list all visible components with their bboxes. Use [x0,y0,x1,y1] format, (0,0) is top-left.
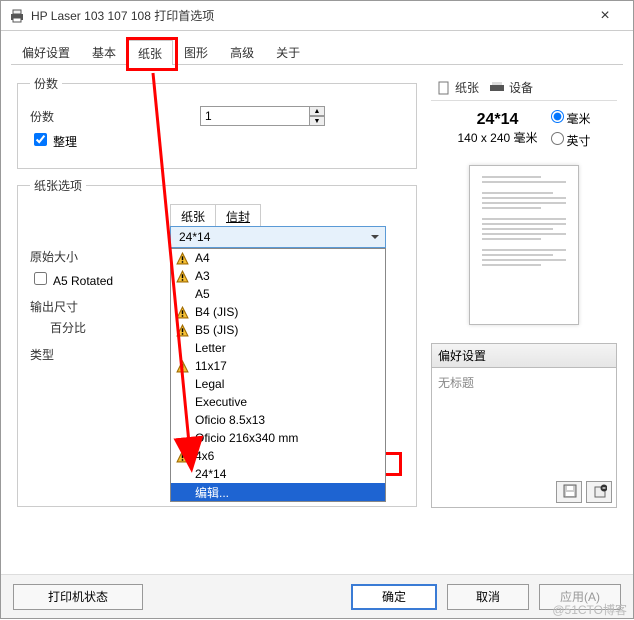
copies-group: 份数 份数 ▲▼ 整理 [17,75,417,169]
paper-option[interactable]: A4 [171,249,385,267]
preferences-box: 无标题 [431,368,617,508]
tab-about[interactable]: 关于 [265,39,311,64]
paper-size-dropdown[interactable]: 24*14 A4 A3 A5 B4 (JIS) B5 (JIS) Letter … [170,226,386,248]
cancel-button[interactable]: 取消 [447,584,529,610]
pref-save-button[interactable] [556,481,582,503]
paper-size-selected: 24*14 [170,226,386,248]
percent-label: 百分比 [50,319,86,336]
main-tabs: 偏好设置 基本 纸张 图形 高级 关于 [11,39,623,65]
preferences-header: 偏好设置 [431,343,617,368]
copies-input[interactable] [200,106,310,126]
pref-delete-button[interactable] [586,481,612,503]
tab-graphics[interactable]: 图形 [173,39,219,64]
a5-rotated-checkbox[interactable]: A5 Rotated [30,269,113,288]
page-preview [469,165,579,325]
original-size-label: 原始大小 [30,248,120,265]
paper-option-edit[interactable]: 编辑... [171,483,385,501]
tab-paper[interactable]: 纸张 [127,40,173,65]
paper-legend: 纸张选项 [30,177,86,194]
paper-option[interactable]: B4 (JIS) [171,303,385,321]
right-tab-paper[interactable]: 纸张 [437,79,479,96]
paper-option[interactable]: 4x6 [171,447,385,465]
title-bar: HP Laser 103 107 108 打印首选项 × [1,1,633,31]
copies-legend: 份数 [30,75,62,92]
right-tab-device[interactable]: 设备 [489,79,533,96]
dimensions-display: 24*14 140 x 240 毫米 毫米 英寸 [431,101,617,155]
ok-button[interactable]: 确定 [351,584,437,610]
close-button[interactable]: × [585,7,625,25]
collate-checkbox[interactable]: 整理 [30,130,77,150]
tab-basic[interactable]: 基本 [81,39,127,64]
paper-option[interactable]: Letter [171,339,385,357]
paper-option[interactable]: B5 (JIS) [171,321,385,339]
unit-mm-radio[interactable]: 毫米 [546,107,591,127]
paper-option[interactable]: A5 [171,285,385,303]
paper-option[interactable]: Legal [171,375,385,393]
copies-spinner[interactable]: ▲▼ [309,106,325,126]
paper-options-group: 纸张选项 纸张 信封 24*14 A4 A3 A5 B4 (JIS) B5 (J… [17,177,417,507]
paper-option[interactable]: A3 [171,267,385,285]
printer-status-button[interactable]: 打印机状态 [13,584,143,610]
tab-advanced[interactable]: 高级 [219,39,265,64]
window-title: HP Laser 103 107 108 打印首选项 [31,7,585,24]
paper-size-list: A4 A3 A5 B4 (JIS) B5 (JIS) Letter 11x17 … [170,248,386,502]
paper-option[interactable]: 11x17 [171,357,385,375]
paper-option[interactable]: 24*14 [171,465,385,483]
apply-button[interactable]: 应用(A) [539,584,621,610]
paper-option[interactable]: Oficio 216x340 mm [171,429,385,447]
unit-inch-radio[interactable]: 英寸 [546,129,591,149]
type-label: 类型 [30,346,120,363]
right-panel: 纸张 设备 24*14 140 x 240 毫米 毫米 英寸 [431,75,617,508]
printer-icon [9,9,25,23]
paper-option[interactable]: Oficio 8.5x13 [171,411,385,429]
subtab-paper[interactable]: 纸张 [170,204,216,226]
tab-preferences[interactable]: 偏好设置 [11,39,81,64]
output-size-label: 输出尺寸 [30,298,120,315]
paper-option[interactable]: Executive [171,393,385,411]
dialog-footer: 打印机状态 确定 取消 应用(A) [1,574,633,618]
subtab-envelope[interactable]: 信封 [215,204,261,226]
copies-label: 份数 [30,108,120,125]
